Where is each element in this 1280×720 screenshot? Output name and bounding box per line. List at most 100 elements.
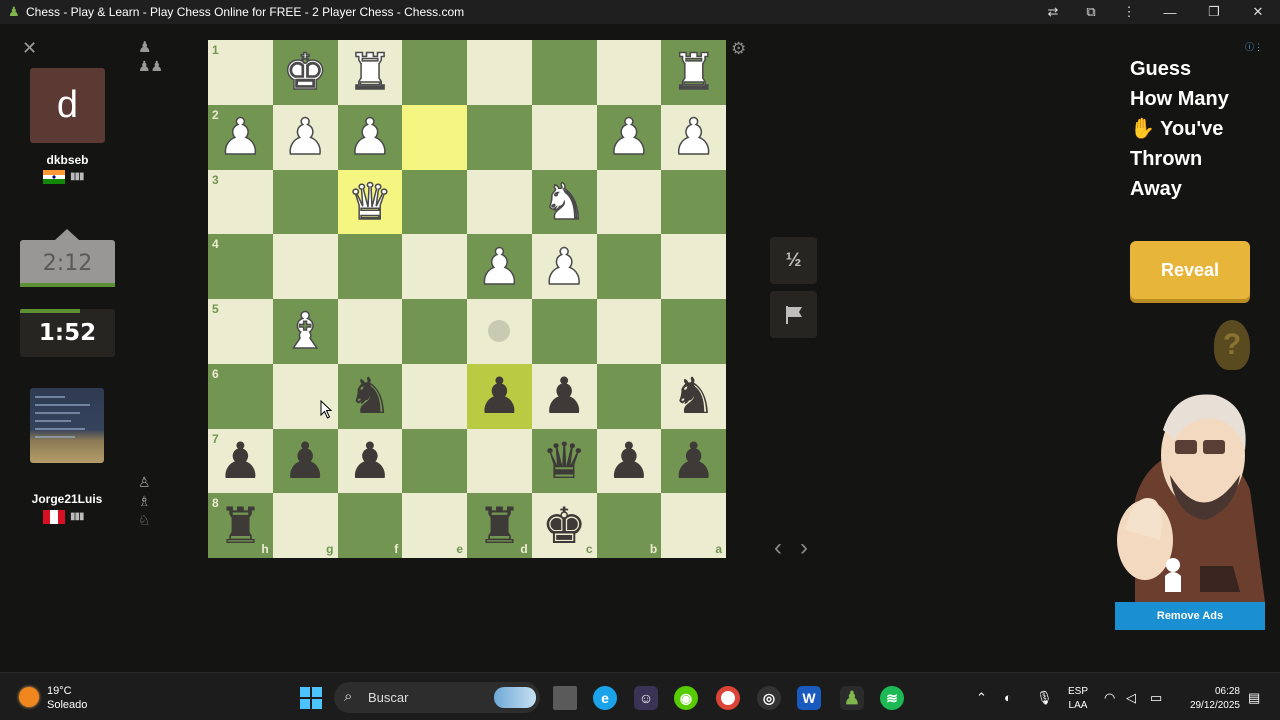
white-pawn-piece[interactable]: ♟: [670, 111, 716, 163]
board-square[interactable]: [531, 299, 597, 364]
black-pawn-piece[interactable]: ♟: [542, 371, 587, 421]
white-bishop-piece[interactable]: ♝: [282, 306, 328, 358]
ad-info-icon[interactable]: ⓘ⋮: [1235, 40, 1263, 54]
word-icon[interactable]: W: [797, 686, 821, 710]
board-square[interactable]: ♛: [337, 169, 403, 235]
board-square[interactable]: ♟: [531, 363, 597, 429]
microphone-icon[interactable]: 🎙: [1036, 690, 1053, 706]
board-square[interactable]: ♟: [337, 428, 403, 494]
board-square[interactable]: [402, 363, 467, 429]
board-square[interactable]: e: [402, 493, 467, 558]
maximize-button[interactable]: ❐: [1192, 0, 1236, 24]
board-square[interactable]: ♛: [531, 428, 597, 494]
sun-weather-icon[interactable]: [19, 687, 39, 707]
offer-draw-button[interactable]: ½: [770, 237, 817, 284]
extensions-icon[interactable]: ⧉: [1072, 0, 1110, 24]
opponent-name[interactable]: dkbseb: [30, 153, 105, 167]
board-square[interactable]: f: [337, 493, 403, 558]
board-square[interactable]: [272, 169, 338, 235]
player-avatar[interactable]: [30, 388, 104, 463]
board-square[interactable]: [531, 40, 597, 105]
white-rook-piece[interactable]: ♜: [670, 47, 716, 99]
board-square[interactable]: ♞: [531, 169, 597, 235]
board-square[interactable]: 4: [208, 234, 273, 299]
white-pawn-piece[interactable]: ♟: [347, 111, 393, 163]
legal-move-dot[interactable]: [488, 320, 511, 343]
board-square[interactable]: ♟: [596, 428, 662, 494]
close-window-button[interactable]: ✕: [1236, 0, 1280, 24]
chrome-icon[interactable]: [716, 686, 740, 710]
board-square[interactable]: ♟: [272, 428, 338, 494]
board-square[interactable]: ♚: [272, 40, 338, 105]
black-queen-piece[interactable]: ♛: [542, 436, 587, 486]
black-pawn-piece[interactable]: ♟: [671, 436, 716, 486]
board-square[interactable]: [467, 40, 532, 105]
task-view-icon[interactable]: [553, 686, 577, 710]
board-square[interactable]: 2 ♟: [208, 104, 273, 170]
language-indicator[interactable]: ESP LAA: [1068, 685, 1088, 713]
black-pawn-piece[interactable]: ♟: [218, 436, 263, 486]
board-square[interactable]: [596, 299, 662, 364]
board-square[interactable]: [467, 169, 532, 235]
board-square[interactable]: ♞: [661, 363, 726, 429]
white-pawn-piece[interactable]: ♟: [476, 241, 522, 293]
board-square[interactable]: ♟: [531, 234, 597, 299]
minimize-button[interactable]: —: [1148, 0, 1192, 24]
wifi-icon[interactable]: ◠: [1104, 690, 1115, 706]
black-king-piece[interactable]: ♚: [542, 501, 587, 551]
board-square[interactable]: ♜: [337, 40, 403, 105]
board-square[interactable]: [402, 40, 467, 105]
board-square[interactable]: [467, 428, 532, 494]
board-square[interactable]: 7 ♟: [208, 428, 273, 494]
chess-app-icon[interactable]: ♟: [840, 686, 864, 710]
battery-icon[interactable]: ▭: [1150, 690, 1162, 706]
close-icon[interactable]: ✕: [22, 38, 37, 59]
board-square[interactable]: ♟: [467, 363, 532, 429]
board-square[interactable]: ♟: [596, 104, 662, 170]
board-square[interactable]: [596, 40, 662, 105]
volume-icon[interactable]: ◁: [1126, 690, 1136, 706]
board-square[interactable]: ♟: [337, 104, 403, 170]
board-square[interactable]: 3: [208, 169, 273, 235]
board-square[interactable]: a: [661, 493, 726, 558]
board-square[interactable]: 5: [208, 299, 273, 364]
app-avatar-icon[interactable]: ☺: [634, 686, 658, 710]
board-square[interactable]: [467, 104, 532, 170]
white-pawn-piece[interactable]: ♟: [282, 111, 328, 163]
board-square[interactable]: [596, 363, 662, 429]
chevron-up-icon[interactable]: ⌃: [976, 690, 987, 706]
board-square[interactable]: [402, 169, 467, 235]
black-pawn-piece[interactable]: ♟: [283, 436, 328, 486]
board-square[interactable]: [596, 169, 662, 235]
opponent-avatar[interactable]: d: [30, 68, 105, 143]
next-move-icon[interactable]: ›: [800, 534, 808, 562]
black-rook-piece[interactable]: ♜: [477, 501, 522, 551]
gear-icon[interactable]: ⚙: [731, 39, 746, 59]
spotify-icon[interactable]: ≋: [880, 686, 904, 710]
white-pawn-piece[interactable]: ♟: [217, 111, 263, 163]
system-clock[interactable]: 06:28 29/12/2025: [1182, 685, 1240, 713]
windows-start-icon[interactable]: [300, 687, 322, 709]
board-square[interactable]: 6: [208, 363, 273, 429]
white-knight-piece[interactable]: ♞: [541, 176, 587, 228]
board-square[interactable]: c ♚: [531, 493, 597, 558]
board-square[interactable]: ♟: [272, 104, 338, 170]
translate-icon[interactable]: ⇄: [1034, 0, 1072, 24]
board-square[interactable]: ♟: [661, 104, 726, 170]
notification-icon[interactable]: ▤: [1248, 690, 1260, 706]
white-pawn-piece[interactable]: ♟: [606, 111, 652, 163]
board-square[interactable]: 8 h ♜: [208, 493, 273, 558]
remove-ads-link[interactable]: Remove Ads: [1115, 602, 1265, 630]
board-square[interactable]: [467, 299, 532, 364]
board-square[interactable]: g: [272, 493, 338, 558]
board-square[interactable]: [531, 104, 597, 170]
duolingo-icon[interactable]: ◉: [674, 686, 698, 710]
board-square[interactable]: 1: [208, 40, 273, 105]
black-pawn-piece[interactable]: ♟: [347, 436, 392, 486]
black-knight-piece[interactable]: ♞: [347, 371, 392, 421]
board-square[interactable]: [337, 299, 403, 364]
board-square[interactable]: [661, 299, 726, 364]
board-square[interactable]: [402, 234, 467, 299]
board-square[interactable]: ♝: [272, 299, 338, 364]
board-square[interactable]: [661, 169, 726, 235]
